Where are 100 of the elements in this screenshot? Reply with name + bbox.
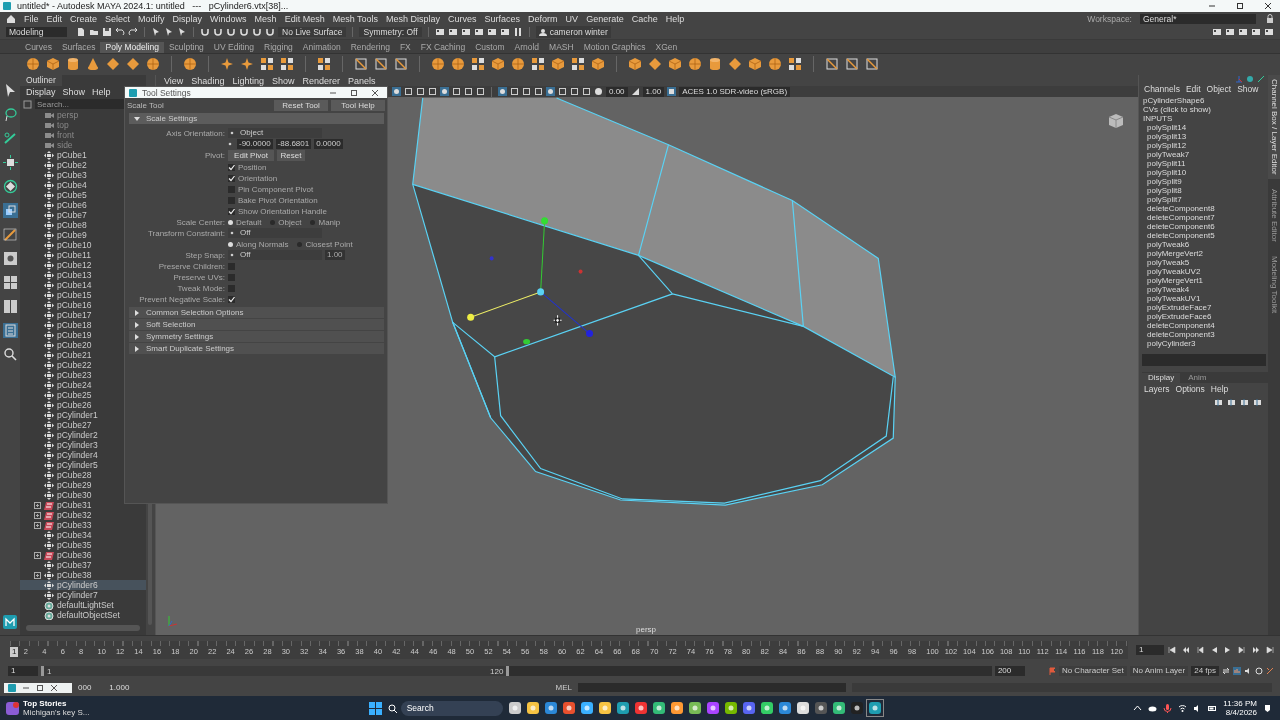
menu-item[interactable]: UV	[565, 13, 579, 24]
outliner-item[interactable]: pCube13	[20, 270, 146, 280]
outliner-item[interactable]: pCube14	[20, 280, 146, 290]
menu-item[interactable]: Renderer	[302, 75, 340, 86]
current-frame-marker[interactable]: 1	[10, 646, 19, 657]
menu-item[interactable]: Curves	[448, 13, 477, 24]
mode-dropdown[interactable]: Modeling	[6, 27, 67, 37]
outliner-item[interactable]: pCube35	[20, 540, 146, 550]
number-field[interactable]: 0.0000	[314, 139, 343, 149]
dropdown[interactable]: Off	[228, 250, 322, 260]
outliner-item[interactable]: pCylinder2	[20, 430, 146, 440]
outliner-item[interactable]: pCube31	[20, 500, 146, 510]
node-name[interactable]: deleteComponent6	[1143, 222, 1267, 231]
outliner-item[interactable]: pCube1	[20, 150, 146, 160]
menu-item[interactable]: Modify	[138, 13, 165, 24]
node-name[interactable]: polyTweakUV1	[1143, 294, 1267, 303]
start-field[interactable]: 1	[8, 666, 38, 676]
tool-button[interactable]: Reset Tool	[274, 100, 328, 111]
node-name[interactable]: polySplit14	[1143, 123, 1267, 132]
outliner-item[interactable]: pCube2	[20, 160, 146, 170]
menu-item[interactable]: Options	[1175, 384, 1205, 394]
node-name[interactable]: polySplit10	[1143, 168, 1267, 177]
side-tab[interactable]: Channel Box / Layer Editor	[1268, 75, 1280, 179]
color-space-dropdown[interactable]: ACES 1.0 SDR-video (sRGB)	[679, 86, 791, 97]
clock-date[interactable]: 8/4/2026	[1225, 708, 1257, 717]
shelf-tab[interactable]: Curves	[20, 41, 57, 53]
shelf-tab[interactable]: Poly Modeling	[100, 41, 164, 53]
outliner-item[interactable]: pCube37	[20, 560, 146, 570]
node-name[interactable]: deleteComponent4	[1143, 321, 1267, 330]
section-header[interactable]: Symmetry Settings	[129, 331, 384, 342]
layer-tab[interactable]: Display	[1142, 373, 1181, 383]
menu-item[interactable]: Select	[105, 13, 131, 24]
end-field[interactable]: 200	[994, 666, 1025, 676]
shelf-tab[interactable]: XGen	[650, 41, 683, 53]
menu-item[interactable]: Lighting	[232, 75, 264, 86]
outliner-item[interactable]: pCylinder7	[20, 590, 146, 600]
shelf-tab[interactable]: Animation	[297, 41, 346, 53]
node-name[interactable]: polySplit7	[1143, 195, 1267, 204]
menu-item[interactable]: Show	[62, 87, 86, 97]
outliner-item[interactable]: pCube29	[20, 480, 146, 490]
node-name[interactable]: polySplit12	[1143, 141, 1267, 150]
outliner-item[interactable]: pCylinder3	[20, 440, 146, 450]
outliner-item[interactable]: pCylinder6	[20, 580, 146, 590]
menu-item[interactable]: Layers	[1144, 384, 1170, 394]
menu-item[interactable]: Panels	[347, 75, 376, 86]
tool-button[interactable]: Tool Help	[331, 100, 385, 111]
outliner-item[interactable]: pCylinder4	[20, 450, 146, 460]
menu-item[interactable]: Object	[1206, 84, 1232, 94]
shelf-tab[interactable]: Motion Graphics	[578, 41, 651, 53]
outliner-item[interactable]: pCube4	[20, 180, 146, 190]
outliner-item[interactable]: pCube28	[20, 470, 146, 480]
exposure-field[interactable]: 0.00	[606, 86, 628, 97]
menu-item[interactable]: Show	[1237, 84, 1259, 94]
shelf-tab[interactable]: Rigging	[259, 41, 298, 53]
outliner-item[interactable]: defaultObjectSet	[20, 610, 146, 620]
node-name[interactable]: polyTweak6	[1143, 240, 1267, 249]
shelf-tab[interactable]: Arnold	[509, 41, 545, 53]
menu-item[interactable]: Edit Mesh	[284, 13, 325, 24]
menu-item[interactable]: File	[24, 13, 39, 24]
outliner-item[interactable]: pCube25	[20, 390, 146, 400]
outliner-item[interactable]: pCube26	[20, 400, 146, 410]
outliner-item[interactable]: pCube22	[20, 360, 146, 370]
outliner-item[interactable]: pCube23	[20, 370, 146, 380]
menu-item[interactable]: View	[164, 75, 184, 86]
menu-item[interactable]: Help	[1210, 384, 1229, 394]
clock-time[interactable]: 11:36 PM	[1223, 699, 1257, 708]
section-header[interactable]: Common Selection Options	[129, 307, 384, 318]
node-name[interactable]: deleteComponent8	[1143, 204, 1267, 213]
node-name[interactable]: CVs (click to show)	[1143, 105, 1267, 114]
dropdown[interactable]: Off	[228, 228, 322, 238]
node-name[interactable]: polySplit11	[1143, 159, 1267, 168]
side-tab[interactable]: Attribute Editor	[1268, 184, 1280, 246]
number-field[interactable]: -90.0000	[237, 139, 273, 149]
node-name[interactable]: polySplit13	[1143, 132, 1267, 141]
node-name[interactable]: polyTweakUV2	[1143, 267, 1267, 276]
range-bar[interactable]: 1 120	[41, 666, 510, 676]
menu-item[interactable]: Help	[665, 13, 685, 24]
shelf-tab[interactable]: Surfaces	[56, 41, 101, 53]
shelf-tab[interactable]: UV Editing	[208, 41, 259, 53]
outliner-item[interactable]: pCube10	[20, 240, 146, 250]
node-name[interactable]: polyMergeVert1	[1143, 276, 1267, 285]
menu-item[interactable]: Edit	[46, 13, 63, 24]
outliner-item[interactable]: pCube33	[20, 520, 146, 530]
fps-dropdown[interactable]: 24 fps	[1191, 666, 1219, 676]
shelf-tab[interactable]: Sculpting	[163, 41, 209, 53]
outliner-item[interactable]: pCube5	[20, 190, 146, 200]
outliner-item[interactable]: pCube3	[20, 170, 146, 180]
outliner-item[interactable]: pCube12	[20, 260, 146, 270]
menu-item[interactable]: Surfaces	[484, 13, 521, 24]
menu-item[interactable]: Create	[70, 13, 98, 24]
language-label[interactable]: MEL	[555, 683, 572, 692]
menu-item[interactable]: Display	[26, 87, 56, 97]
outliner-item[interactable]: pCube38	[20, 570, 146, 580]
user-dropdown[interactable]: cameron winter	[535, 26, 611, 38]
node-name[interactable]: polyMergeVert2	[1143, 249, 1267, 258]
outliner-item[interactable]: pCube36	[20, 550, 146, 560]
outliner-item[interactable]: pCylinder1	[20, 410, 146, 420]
symmetry-dropdown[interactable]: Symmetry: Off	[359, 27, 422, 37]
section-header[interactable]: Scale Settings	[129, 113, 384, 124]
outliner-item[interactable]: pCube27	[20, 420, 146, 430]
